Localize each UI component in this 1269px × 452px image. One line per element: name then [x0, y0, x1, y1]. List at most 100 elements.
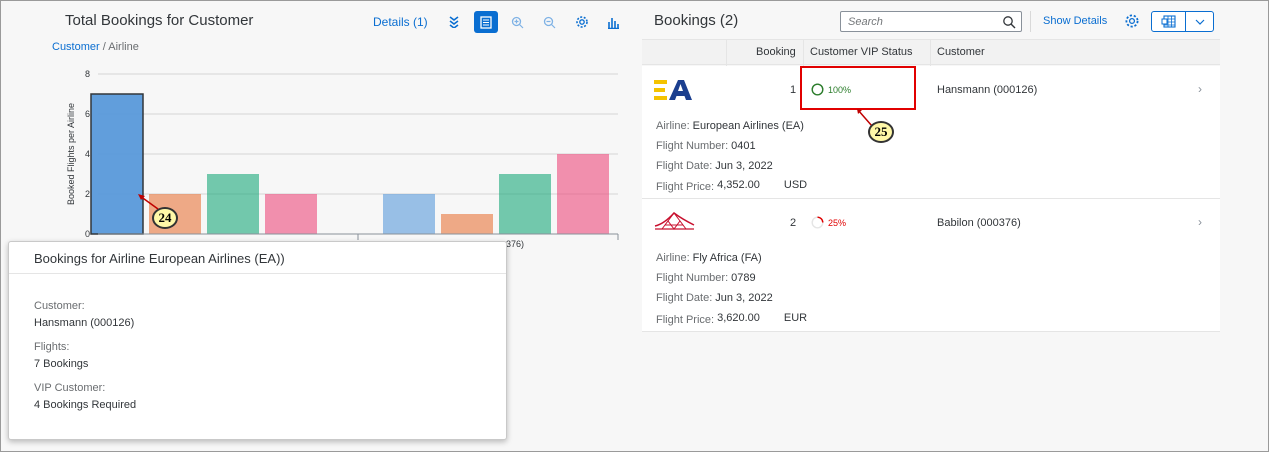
- airline-value: Fly Africa (FA): [692, 252, 762, 264]
- flight-price-field: Flight Price: 3,620.00 EUR: [656, 312, 808, 326]
- flight-date-value: Jun 3, 2022: [715, 292, 773, 304]
- flight-number-label: Flight Number:: [656, 272, 729, 284]
- chart-toolbar: Details (1): [373, 11, 634, 33]
- bookings-panel: Bookings (2) Search Show Details Booking…: [642, 1, 1220, 450]
- flight-price-label: Flight Price:: [656, 181, 715, 193]
- bookings-popover: Bookings for Airline European Airlines (…: [8, 241, 507, 440]
- bar: [383, 194, 435, 234]
- breadcrumb-customer-link[interactable]: Customer: [52, 41, 100, 53]
- airline-field: Airline: Fly Africa (FA): [656, 252, 762, 264]
- popover-flights-field: Flights: 7 Bookings: [34, 341, 88, 370]
- flight-price-field: Flight Price: 4,352.00 USD: [656, 179, 808, 193]
- flight-date-value: Jun 3, 2022: [715, 160, 773, 172]
- toolbar-separator: [1030, 11, 1031, 32]
- zoom-in-icon[interactable]: [506, 11, 530, 33]
- popover-customer-value: Hansmann (000126): [34, 317, 135, 329]
- popover-customer-label: Customer:: [34, 300, 85, 312]
- customer-name: Babilon (000376): [937, 217, 1021, 229]
- column-divider: [726, 40, 727, 66]
- breadcrumb-current: Airline: [108, 41, 139, 53]
- popover-vip-field: VIP Customer: 4 Bookings Required: [34, 382, 136, 411]
- european-airlines-logo: [654, 80, 692, 100]
- vip-progress-ring-icon: [811, 216, 824, 229]
- flight-price-value: 4,352.00: [717, 179, 760, 191]
- y-tick-label: 0: [85, 229, 90, 239]
- settings-gear-icon[interactable]: [570, 11, 594, 33]
- search-placeholder: Search: [848, 16, 883, 28]
- booking-number: 2: [790, 217, 797, 229]
- callout-25-label: 25: [874, 124, 888, 139]
- vip-status-value: 25%: [828, 217, 847, 228]
- table-row[interactable]: 1 100% Hansmann (000126) › Airline: Europ…: [642, 66, 1220, 199]
- y-tick-label: 4: [85, 149, 90, 159]
- chevron-right-icon[interactable]: ›: [1198, 82, 1202, 96]
- vip-ring-progress: [817, 216, 824, 223]
- column-header-customer[interactable]: Customer: [937, 46, 985, 58]
- customer-name: Hansmann (000126): [937, 84, 1038, 96]
- bookings-title: Bookings (2): [654, 12, 739, 29]
- callout-25: 25: [868, 121, 894, 143]
- column-header-vip-status[interactable]: Customer VIP Status: [810, 46, 913, 58]
- breadcrumb: Customer / Airline: [52, 41, 139, 53]
- airline-label: Airline:: [656, 120, 690, 132]
- column-divider: [803, 40, 804, 66]
- x-tick-label-fragment: 376): [506, 239, 524, 249]
- bar: [265, 194, 317, 234]
- flight-price-label: Flight Price:: [656, 314, 715, 326]
- y-tick-label: 2: [85, 189, 90, 199]
- column-divider: [930, 40, 931, 66]
- chart-title: Total Bookings for Customer: [65, 12, 254, 29]
- y-tick-label: 6: [85, 109, 90, 119]
- zoom-out-icon[interactable]: [538, 11, 562, 33]
- export-menu-button[interactable]: [1151, 11, 1214, 32]
- details-link[interactable]: Details (1): [373, 15, 428, 29]
- flight-number-label: Flight Number:: [656, 140, 729, 152]
- vip-status-indicator: 25%: [811, 216, 846, 229]
- popover-customer-field: Customer: Hansmann (000126): [34, 300, 134, 329]
- booking-number: 1: [790, 84, 797, 96]
- flight-number-field: Flight Number: 0789: [656, 272, 756, 284]
- flight-price-currency: USD: [783, 179, 808, 191]
- bar: [557, 154, 609, 234]
- drill-down-icon[interactable]: [442, 11, 466, 33]
- search-input[interactable]: Search: [840, 11, 1022, 32]
- show-details-button[interactable]: Show Details: [1043, 15, 1107, 27]
- popover-vip-label: VIP Customer:: [34, 382, 106, 394]
- flight-date-field: Flight Date: Jun 3, 2022: [656, 292, 773, 304]
- flight-price-currency: EUR: [783, 312, 808, 324]
- callout-24-arrow-icon: [138, 194, 159, 210]
- bar: [499, 174, 551, 234]
- popover-flights-label: Flights:: [34, 341, 70, 353]
- popover-vip-value: 4 Bookings Required: [34, 399, 137, 411]
- search-icon[interactable]: [1002, 15, 1016, 29]
- flight-number-value: 0401: [731, 140, 756, 152]
- export-spreadsheet-icon[interactable]: [1152, 12, 1186, 31]
- legend-toggle-icon[interactable]: [473, 11, 498, 33]
- vip-status-highlight-box: [800, 66, 916, 110]
- fly-africa-logo: [654, 211, 695, 230]
- airline-label: Airline:: [656, 252, 690, 264]
- y-tick-label: 8: [85, 69, 90, 79]
- flight-date-field: Flight Date: Jun 3, 2022: [656, 160, 773, 172]
- column-header-booking[interactable]: Booking: [756, 46, 796, 58]
- bar-chart: 0 2 4 6 8 Booked Flights per Airline 376): [1, 61, 634, 261]
- bar: [441, 214, 493, 234]
- flight-number-field: Flight Number: 0401: [656, 140, 756, 152]
- bar: [207, 174, 259, 234]
- chevron-down-icon[interactable]: [1186, 12, 1213, 31]
- y-axis-label: Booked Flights per Airline: [66, 103, 76, 205]
- chevron-right-icon[interactable]: ›: [1198, 215, 1202, 229]
- popover-title: Bookings for Airline European Airlines (…: [9, 242, 506, 274]
- airline-value: European Airlines (EA): [692, 120, 804, 132]
- flight-date-label: Flight Date:: [656, 292, 713, 304]
- popover-flights-value: 7 Bookings: [34, 358, 89, 370]
- table-settings-gear-icon[interactable]: [1124, 13, 1140, 29]
- bar-chart-svg: 02468Booked Flights per Airline376): [66, 69, 619, 249]
- flight-price-value: 3,620.00: [717, 312, 760, 324]
- table-row[interactable]: 2 25% Babilon (000376) › Airline: Fly Afr…: [642, 199, 1220, 332]
- callout-24-label: 24: [158, 210, 172, 225]
- flight-date-label: Flight Date:: [656, 160, 713, 172]
- chart-type-icon[interactable]: [602, 11, 626, 33]
- airline-field: Airline: European Airlines (EA): [656, 120, 804, 132]
- bar: [90, 93, 144, 235]
